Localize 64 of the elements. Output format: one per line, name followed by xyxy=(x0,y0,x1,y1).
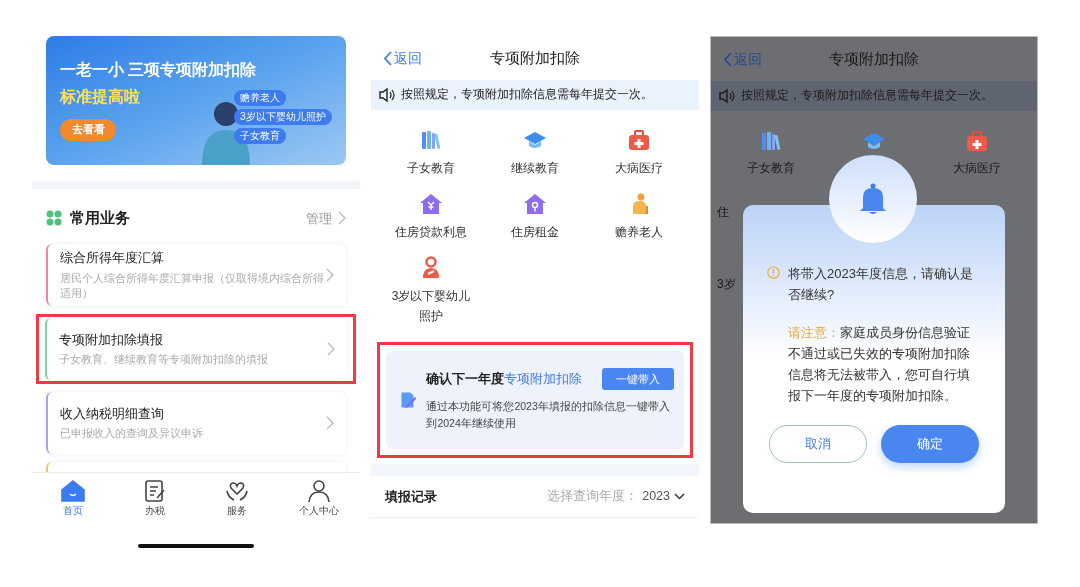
deduction-item[interactable]: 住房贷款利息 xyxy=(379,192,483,242)
back-button[interactable]: 返回 xyxy=(383,47,422,69)
page-title: 专项附加扣除 xyxy=(829,48,919,69)
books-icon xyxy=(419,128,443,152)
notice-text: 按照规定，专项附加扣除信息需每年提交一次。 xyxy=(741,88,993,104)
banner-tag: 3岁以下婴幼儿照护 xyxy=(234,109,332,125)
banner-subheadline: 标准提高啦 xyxy=(60,87,140,108)
card-subtitle: 居民个人综合所得年度汇算申报（仅取得境内综合所得适用） xyxy=(60,270,325,301)
service-card[interactable]: 综合所得年度汇算 居民个人综合所得年度汇算申报（仅取得境内综合所得适用） xyxy=(46,243,346,306)
bell-icon xyxy=(858,182,888,216)
medical-kit-icon xyxy=(965,129,990,153)
medical-kit-icon xyxy=(627,128,651,152)
deduction-item[interactable]: 大病医疗 xyxy=(587,128,691,178)
chevron-left-icon xyxy=(723,51,732,67)
section-title: 常用业务 xyxy=(70,208,130,228)
grid-dots-icon xyxy=(46,210,62,227)
partial-label: 住 xyxy=(717,204,729,221)
chevron-right-icon xyxy=(326,267,334,282)
confirm-button[interactable]: 确定 xyxy=(881,425,979,463)
house-yen-icon xyxy=(419,192,443,216)
person-icon xyxy=(307,478,331,503)
chevron-right-icon xyxy=(338,211,346,226)
tab-bar-item[interactable]: 办税 xyxy=(125,478,185,518)
deduction-item[interactable]: 赡养老人 xyxy=(587,192,691,242)
card-description: 通过本功能可将您2023年填报的扣除信息一键带入到2024年继续使用 xyxy=(426,399,671,431)
one-click-import-button[interactable]: 一键带入 xyxy=(602,368,674,390)
document-pen-icon xyxy=(143,478,167,503)
tab-bar-item[interactable]: 服务 xyxy=(207,478,267,518)
deduction-label: 大病医疗 xyxy=(953,160,1002,177)
page-title: 专项附加扣除 xyxy=(490,47,580,68)
warning-icon xyxy=(767,266,780,279)
deduction-item[interactable]: 3岁以下婴幼儿照护 xyxy=(379,256,483,326)
card-subtitle: 已申报收入的查询及异议申诉 xyxy=(60,426,204,442)
partial-label: 3岁 xyxy=(717,276,736,293)
chevron-right-icon xyxy=(327,341,335,356)
chevron-down-icon xyxy=(674,493,685,500)
tab-bar-item[interactable]: 个人中心 xyxy=(289,478,349,518)
chevron-left-icon xyxy=(383,50,392,66)
deduction-item[interactable]: 继续教育 xyxy=(483,128,587,178)
deduction-item[interactable]: 住房租金 xyxy=(483,192,587,242)
notice-text: 按照规定，专项附加扣除信息需每年提交一次。 xyxy=(401,87,653,103)
card-title: 专项附加扣除填报 xyxy=(59,330,164,349)
promo-banner[interactable]: 一老一小 三项专项附加扣除 标准提高啦 去看看 赡养老人 3岁以下婴幼儿照护 子女教育 xyxy=(46,36,346,165)
home-icon xyxy=(61,478,85,503)
records-title: 填报记录 xyxy=(385,487,437,506)
dialog-note: 请注意：家庭成员身份信息验证不通过或已失效的专项附加扣除信息将无法被带入，您可自行填报下一年度的专项附加扣除。 xyxy=(788,325,971,405)
banner-tag: 子女教育 xyxy=(234,128,286,144)
card-title: 确认下一年度专项附加扣除 xyxy=(426,370,583,388)
deduction-label: 子女教育 xyxy=(746,160,795,177)
dialog-message: 将带入2023年度信息，请确认是否继续? xyxy=(788,265,974,304)
service-card[interactable]: 专项附加扣除填报 子女教育、继续教育等专项附加扣除的填报 xyxy=(45,317,347,380)
speaker-icon xyxy=(379,88,395,102)
house-key-icon xyxy=(523,192,547,216)
service-card[interactable]: 收入纳税明细查询 已申报收入的查询及异议申诉 xyxy=(46,391,346,454)
speaker-icon xyxy=(719,89,735,103)
card-title: 综合所得年度汇算 xyxy=(60,249,165,268)
card-title: 收入纳税明细查询 xyxy=(60,404,165,423)
chevron-right-icon xyxy=(326,415,334,430)
banner-headline: 一老一小 三项专项附加扣除 xyxy=(60,60,257,80)
tab-bar-item[interactable]: 首页 xyxy=(43,478,103,518)
year-selector[interactable]: 选择查询年度： 2023 xyxy=(547,487,685,506)
card-subtitle: 子女教育、继续教育等专项附加扣除的填报 xyxy=(59,352,269,368)
deduction-item[interactable]: 子女教育 xyxy=(379,128,483,178)
banner-tag: 赡养老人 xyxy=(234,90,286,106)
